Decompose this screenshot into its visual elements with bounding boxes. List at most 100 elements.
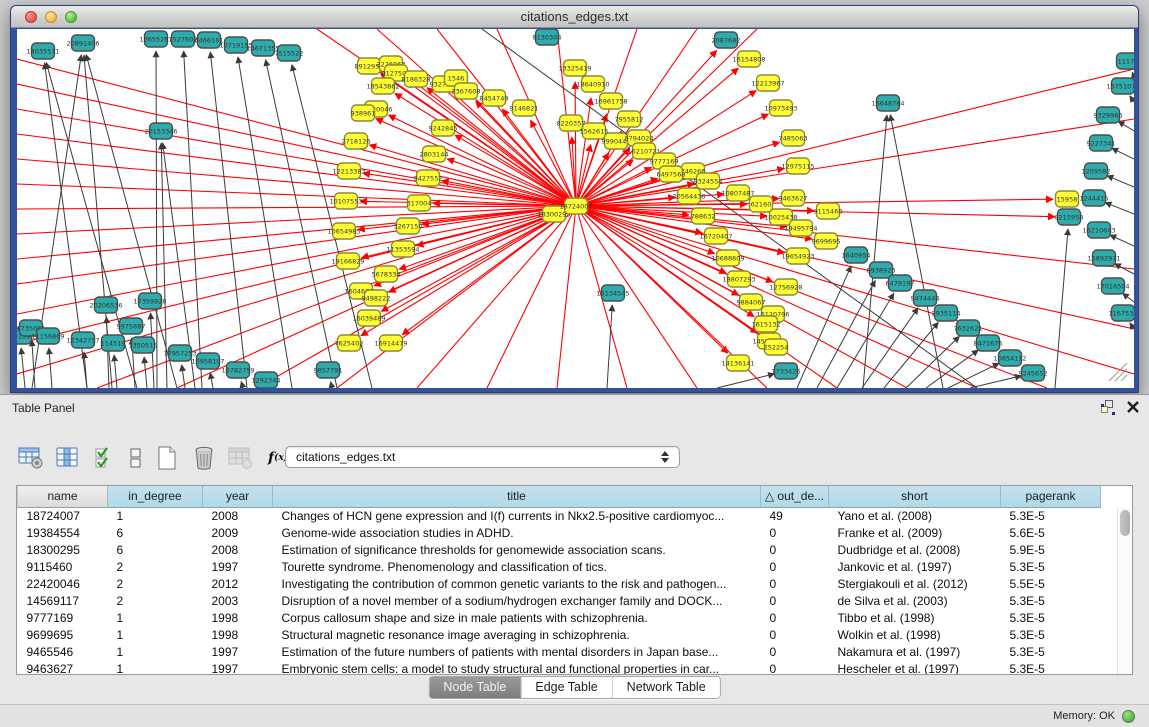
graph-node[interactable]: 20891406	[66, 35, 99, 51]
graph-node[interactable]: 114519	[101, 335, 126, 351]
new-table-icon[interactable]	[154, 445, 180, 471]
float-panel-icon[interactable]	[1101, 400, 1115, 414]
tab-node-table[interactable]: Node Table	[429, 677, 521, 698]
graph-node[interactable]: 11175	[1117, 53, 1135, 69]
graph-node[interactable]: 9884067	[737, 294, 766, 310]
graph-node[interactable]: 10654112	[993, 350, 1026, 366]
graph-node[interactable]: 1527602	[169, 31, 198, 47]
graph-node[interactable]: 9498222	[362, 290, 391, 306]
graph-node[interactable]: 9699695	[812, 233, 841, 249]
graph-node[interactable]: 20206536	[89, 297, 122, 313]
graph-node[interactable]: 12975115	[781, 158, 814, 174]
table-row[interactable]: 1938455462009Genome-wide association stu…	[18, 524, 1101, 541]
table-row[interactable]: 1830029562008Estimation of significance …	[18, 541, 1101, 558]
graph-node[interactable]: 14035571	[26, 43, 59, 59]
graph-node[interactable]: 16720407	[699, 228, 732, 244]
graph-node[interactable]: 1350515	[129, 337, 158, 353]
graph-node[interactable]: 1167533	[1109, 305, 1134, 321]
graph-node[interactable]: 1615132	[752, 316, 781, 332]
table-scrollbar[interactable]	[1117, 508, 1131, 674]
graph-node[interactable]: 1640954	[842, 247, 871, 263]
graph-node[interactable]: 1733426	[772, 363, 801, 379]
column-header-title[interactable]: title	[273, 486, 761, 507]
graph-node[interactable]: 8215958	[1055, 209, 1084, 225]
graph-node[interactable]: 13325419	[558, 60, 591, 76]
graph-node[interactable]: 788632	[691, 208, 716, 224]
graph-node[interactable]: 18640910	[576, 76, 609, 92]
graph-node[interactable]: 7515522	[275, 45, 304, 61]
graph-node[interactable]: 8130304	[533, 29, 562, 45]
graph-node[interactable]: 20153346	[144, 123, 177, 139]
graph-node[interactable]: 7625402	[335, 335, 364, 351]
table-row[interactable]: 1456911722003Disruption of a novel membe…	[18, 592, 1101, 609]
graph-node[interactable]: 10688609	[711, 250, 744, 266]
graph-node[interactable]: 15892971	[1087, 250, 1120, 266]
graph-node[interactable]: 317004	[407, 195, 432, 211]
graph-node[interactable]: 15134545	[596, 285, 629, 301]
column-header-short[interactable]: short	[829, 486, 1001, 507]
graph-node[interactable]: 10958107	[191, 353, 224, 369]
graph-node[interactable]: 8471676	[974, 335, 1003, 351]
graph-node[interactable]: 12213967	[751, 75, 784, 91]
graph-node[interactable]: 15751074	[1106, 78, 1134, 94]
graph-node[interactable]: 16039489	[352, 310, 385, 326]
window-titlebar[interactable]: citations_edges.txt	[11, 6, 1138, 28]
tab-network-table[interactable]: Network Table	[613, 677, 720, 698]
row-selection-checks-icon[interactable]	[92, 445, 118, 471]
graph-node[interactable]: 1244415	[1080, 190, 1109, 206]
graph-node[interactable]: 9463627	[779, 190, 808, 206]
graph-node[interactable]: 17359928	[133, 293, 166, 309]
graph-node[interactable]: 12756928	[769, 279, 802, 295]
graph-node[interactable]: 252254	[764, 339, 789, 355]
graph-node[interactable]: 62160	[750, 196, 773, 212]
graph-node[interactable]: 2935114	[932, 305, 961, 321]
table-row[interactable]: 946362711997Embryonic stem cells: a mode…	[18, 660, 1101, 675]
import-table-icon[interactable]	[228, 445, 254, 471]
graph-node[interactable]: 5678334	[372, 266, 401, 282]
graph-node[interactable]: 16648784	[871, 95, 904, 111]
graph-node[interactable]: 12342757	[66, 332, 99, 348]
table-row[interactable]: 969969511998Structural magnetic resonanc…	[18, 626, 1101, 643]
table-row[interactable]: 911546021997Tourette syndrome. Phenomeno…	[18, 558, 1101, 575]
graph-node[interactable]: 14136141	[721, 355, 754, 371]
graph-node[interactable]: 20564436	[672, 188, 705, 204]
graph-node[interactable]: 9975887	[117, 318, 146, 334]
graph-node[interactable]: 16782759	[221, 362, 254, 378]
graph-node[interactable]: 11156869	[31, 328, 64, 344]
column-header-out-degree[interactable]: △ out_de...	[761, 486, 829, 507]
graph-node[interactable]: 8454749	[480, 90, 509, 106]
graph-node[interactable]: 17016504	[1096, 278, 1129, 294]
graph-node[interactable]: 6479197	[886, 275, 915, 291]
graph-node[interactable]: 9115460	[814, 203, 843, 219]
delete-table-icon[interactable]	[191, 445, 217, 471]
column-header-pagerank[interactable]: pagerank	[1001, 486, 1101, 507]
graph-node[interactable]: 19654923	[781, 248, 814, 264]
graph-node[interactable]: 2803144	[420, 146, 449, 162]
graph-node[interactable]: 2367608	[452, 83, 481, 99]
table-row[interactable]: 946554611997Estimation of the future num…	[18, 643, 1101, 660]
table-row[interactable]: 2242004622012Investigating the contribut…	[18, 575, 1101, 592]
column-visibility-icon[interactable]	[55, 445, 81, 471]
graph-node[interactable]: 2087682	[712, 32, 741, 48]
zoom-window-button[interactable]	[65, 11, 77, 23]
column-header-year[interactable]: year	[203, 486, 273, 507]
close-panel-icon[interactable]	[1127, 401, 1139, 413]
table-row[interactable]: 1872400712008Changes of HCN gene express…	[18, 507, 1101, 524]
graph-node[interactable]: 16914479	[374, 335, 407, 351]
graph-node[interactable]: 9427552	[414, 170, 443, 186]
graph-node[interactable]: 9474444	[911, 290, 940, 306]
graph-node[interactable]: 1292344	[252, 372, 281, 388]
column-header-name[interactable]: name	[18, 486, 108, 507]
graph-hub-node[interactable]: 18724007	[559, 198, 592, 214]
graph-node[interactable]: 16154808	[732, 51, 765, 67]
graph-node[interactable]: 3267150	[394, 218, 423, 234]
graph-node[interactable]: 9242845	[429, 120, 458, 136]
graph-node[interactable]: 1209582	[1082, 163, 1111, 179]
table-settings-icon[interactable]	[18, 445, 44, 471]
network-canvas[interactable]: 1403557120891406106552871527602646616110…	[17, 29, 1134, 388]
graph-node[interactable]: 18543862	[366, 78, 399, 94]
rows-icon[interactable]	[129, 445, 143, 471]
graph-node[interactable]: 7485063	[779, 130, 808, 146]
column-header-in-degree[interactable]: in_degree	[108, 486, 203, 507]
graph-node[interactable]: 16210643	[1082, 222, 1115, 238]
